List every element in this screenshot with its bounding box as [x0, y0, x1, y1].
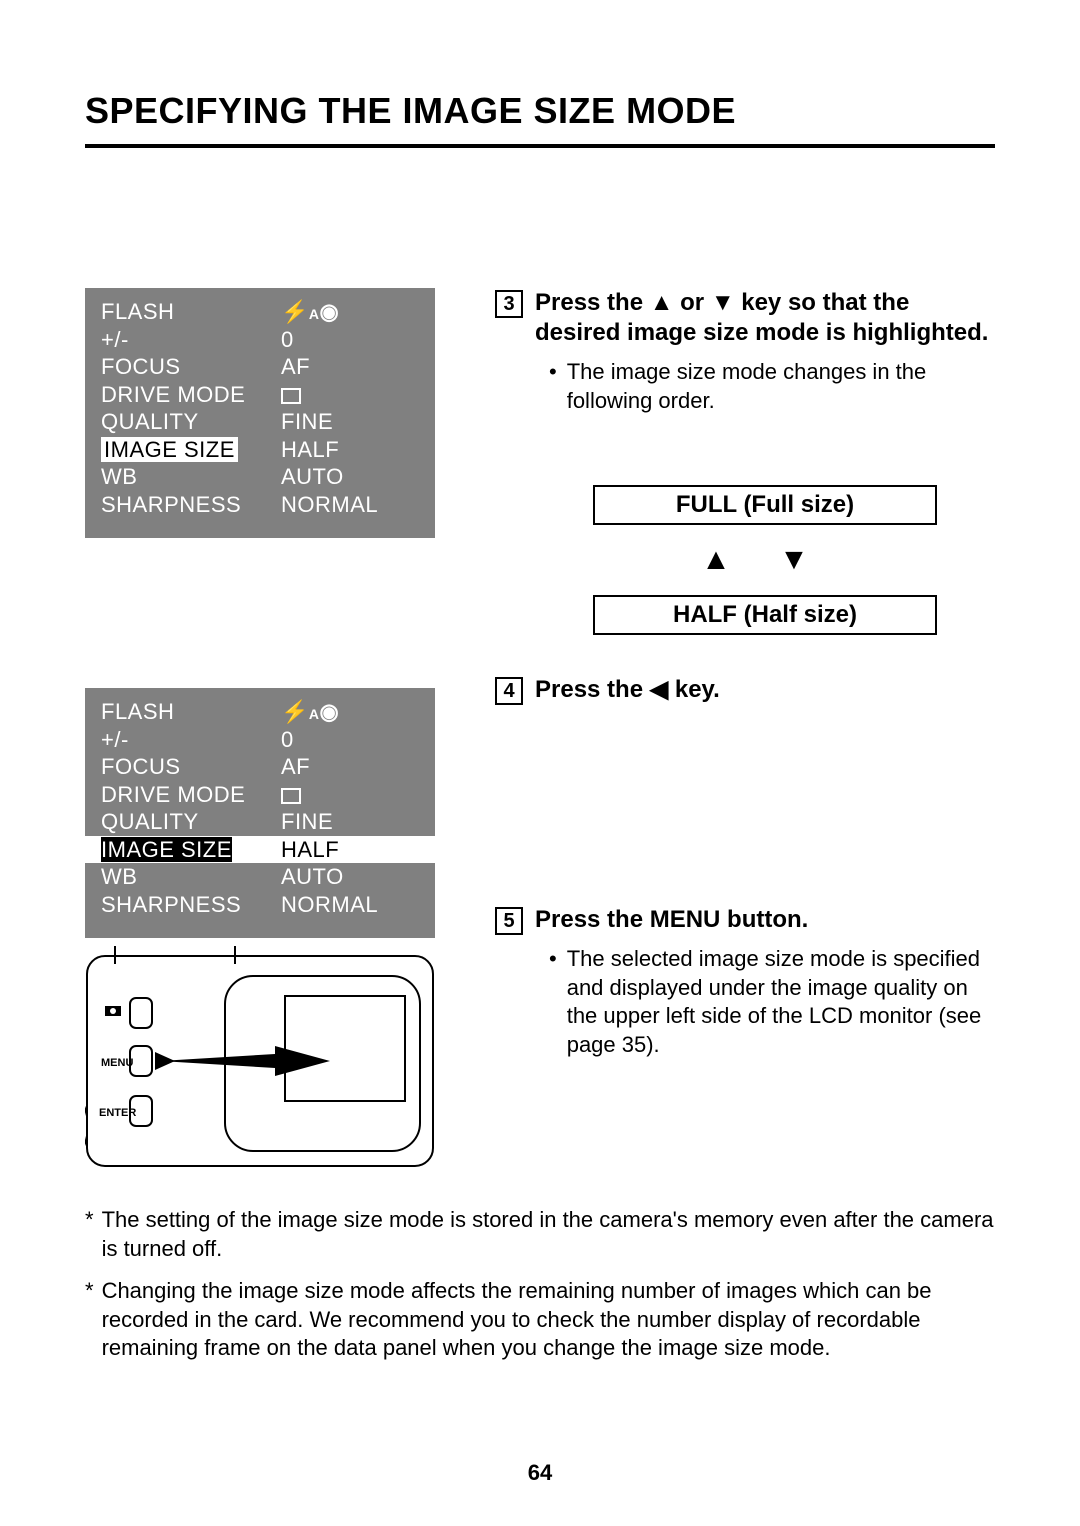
lcd-menu-panel-2: FLASH⚡A◉ +/-0 FOCUSAF DRIVE MODE QUALITY…: [85, 688, 435, 938]
footnotes: *The setting of the image size mode is s…: [85, 1206, 995, 1363]
content-columns: FLASH⚡A◉ +/-0 FOCUSAF DRIVE MODE QUALITY…: [85, 288, 995, 1176]
flash-redeye-icon: ⚡A◉: [281, 698, 339, 726]
manual-page: SPECIFYING THE IMAGE SIZE MODE FLASH⚡A◉ …: [0, 0, 1080, 1526]
square-icon: [281, 381, 301, 409]
menu-value: FINE: [281, 408, 333, 436]
size-order-diagram: FULL (Full size) ▲ ▼ HALF (Half size): [535, 485, 995, 635]
menu-value: NORMAL: [281, 891, 378, 919]
step-text: Press the MENU button.: [535, 905, 808, 935]
menu-value: AF: [281, 753, 310, 781]
menu-label: +/-: [101, 726, 281, 754]
menu-value: FINE: [281, 808, 333, 836]
left-column: FLASH⚡A◉ +/-0 FOCUSAF DRIVE MODE QUALITY…: [85, 288, 435, 1176]
step-4: 4 Press the ◀ key.: [495, 675, 995, 705]
step-5: 5 Press the MENU button.: [495, 905, 995, 935]
title-rule: [85, 144, 995, 148]
menu-label: QUALITY: [101, 408, 281, 436]
left-block-2: FLASH⚡A◉ +/-0 FOCUSAF DRIVE MODE QUALITY…: [85, 688, 435, 1176]
square-icon: [281, 781, 301, 809]
menu-label: SHARPNESS: [101, 491, 281, 519]
step-number-box: 5: [495, 907, 523, 935]
menu-label: FOCUS: [101, 753, 281, 781]
page-number: 64: [0, 1460, 1080, 1486]
menu-label-highlighted: IMAGE SIZE: [101, 436, 281, 464]
menu-value: 0: [281, 726, 294, 754]
right-column: 3 Press the ▲ or ▼ key so that the desir…: [495, 288, 995, 1176]
menu-label-highlighted: IMAGE SIZE: [101, 836, 281, 864]
menu-value: HALF: [281, 436, 339, 464]
step-number-box: 3: [495, 290, 523, 318]
flash-redeye-icon: ⚡A◉: [281, 298, 339, 326]
step-3-bullet: •The image size mode changes in the foll…: [549, 358, 995, 415]
menu-value: 0: [281, 326, 294, 354]
up-down-arrows-icon: ▲ ▼: [535, 543, 995, 577]
menu-value: AUTO: [281, 463, 344, 491]
menu-label: DRIVE MODE: [101, 381, 281, 409]
menu-label: SHARPNESS: [101, 891, 281, 919]
page-title: SPECIFYING THE IMAGE SIZE MODE: [85, 90, 995, 132]
menu-label: FLASH: [101, 698, 281, 726]
menu-value: HALF: [281, 836, 339, 864]
menu-button-label: MENU: [101, 1057, 133, 1069]
menu-value: NORMAL: [281, 491, 378, 519]
footnote-text: The setting of the image size mode is st…: [102, 1206, 995, 1263]
menu-label: WB: [101, 463, 281, 491]
menu-label: FOCUS: [101, 353, 281, 381]
step-text: Press the ▲ or ▼ key so that the desired…: [535, 288, 995, 348]
camera-back-diagram: MENU ENTER: [85, 946, 435, 1176]
lcd-menu-panel-1: FLASH⚡A◉ +/-0 FOCUSAF DRIVE MODE QUALITY…: [85, 288, 435, 538]
menu-label: WB: [101, 863, 281, 891]
menu-label: FLASH: [101, 298, 281, 326]
step-5-bullet: •The selected image size mode is specifi…: [549, 945, 995, 1059]
half-size-box: HALF (Half size): [593, 595, 937, 635]
menu-value: AUTO: [281, 863, 344, 891]
step-3: 3 Press the ▲ or ▼ key so that the desir…: [495, 288, 995, 348]
step-text: Press the ◀ key.: [535, 675, 720, 705]
full-size-box: FULL (Full size): [593, 485, 937, 525]
menu-label: +/-: [101, 326, 281, 354]
enter-button-label: ENTER: [99, 1107, 136, 1119]
footnote-text: Changing the image size mode affects the…: [102, 1277, 995, 1363]
menu-label: DRIVE MODE: [101, 781, 281, 809]
menu-label: QUALITY: [101, 808, 281, 836]
menu-value: AF: [281, 353, 310, 381]
step-number-box: 4: [495, 677, 523, 705]
